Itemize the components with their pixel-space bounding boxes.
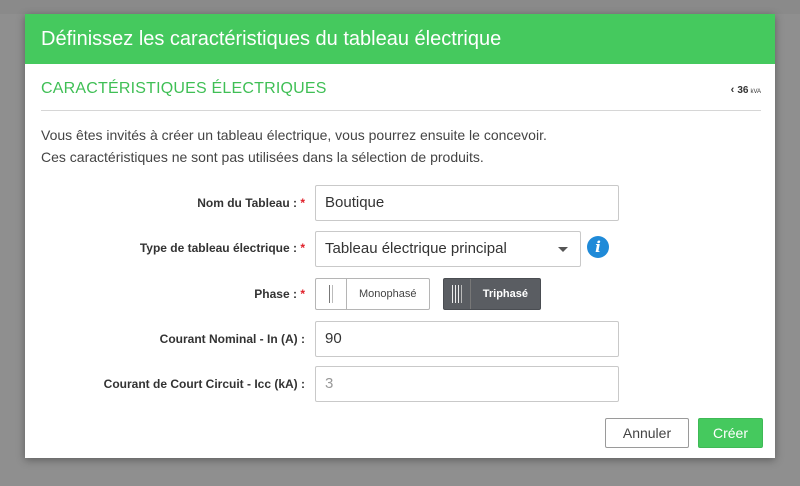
short-circuit-label: Courant de Court Circuit - Icc (kA) : xyxy=(103,377,305,391)
section-header: CARACTÉRISTIQUES ÉLECTRIQUES ‹ 36 kVA xyxy=(41,78,761,111)
type-label: Type de tableau électrique : * xyxy=(140,241,305,255)
dialog-title: Définissez les caractéristiques du table… xyxy=(25,14,775,64)
type-select[interactable]: Tableau électrique principal xyxy=(315,231,581,267)
phase-option-label: Triphasé xyxy=(482,288,528,300)
phase-option-label: Monophasé xyxy=(359,288,417,300)
required-mark: * xyxy=(300,287,305,301)
required-mark: * xyxy=(300,241,305,255)
short-circuit-input[interactable]: 3 xyxy=(315,366,619,402)
power-value: 36 xyxy=(737,85,749,96)
create-panel-dialog: Définissez les caractéristiques du table… xyxy=(25,14,775,458)
phase-option-triphase[interactable]: Triphasé xyxy=(443,278,541,310)
name-label: Nom du Tableau : * xyxy=(197,196,305,210)
chevron-down-icon xyxy=(558,247,568,252)
chevron-left-icon: ‹ xyxy=(730,84,735,96)
three-phase-icon xyxy=(444,279,471,309)
required-mark: * xyxy=(300,196,305,210)
single-phase-icon xyxy=(316,279,347,309)
phase-option-monophase[interactable]: Monophasé xyxy=(315,278,430,310)
backdrop xyxy=(0,0,800,14)
phase-label: Phase : * xyxy=(254,287,305,301)
name-label-text: Nom du Tableau : xyxy=(197,196,297,210)
type-label-text: Type de tableau électrique : xyxy=(139,241,297,255)
power-toggle[interactable]: ‹ 36 kVA xyxy=(731,84,761,96)
info-icon[interactable]: i xyxy=(587,236,609,258)
type-select-value: Tableau électrique principal xyxy=(325,240,507,257)
intro-line-2: Ces caractéristiques ne sont pas utilisé… xyxy=(41,149,484,165)
intro-text: Vous êtes invités à créer un tableau éle… xyxy=(41,124,741,168)
power-unit: kVA xyxy=(750,89,761,95)
nominal-current-label: Courant Nominal - In (A) : xyxy=(159,332,305,346)
phase-label-text: Phase : xyxy=(254,287,297,301)
create-button[interactable]: Créer xyxy=(698,418,763,448)
cancel-button[interactable]: Annuler xyxy=(605,418,689,448)
nominal-current-input[interactable]: 90 xyxy=(315,321,619,357)
name-input[interactable]: Boutique xyxy=(315,185,619,221)
intro-line-1: Vous êtes invités à créer un tableau éle… xyxy=(41,127,547,143)
section-title: CARACTÉRISTIQUES ÉLECTRIQUES xyxy=(41,80,327,97)
